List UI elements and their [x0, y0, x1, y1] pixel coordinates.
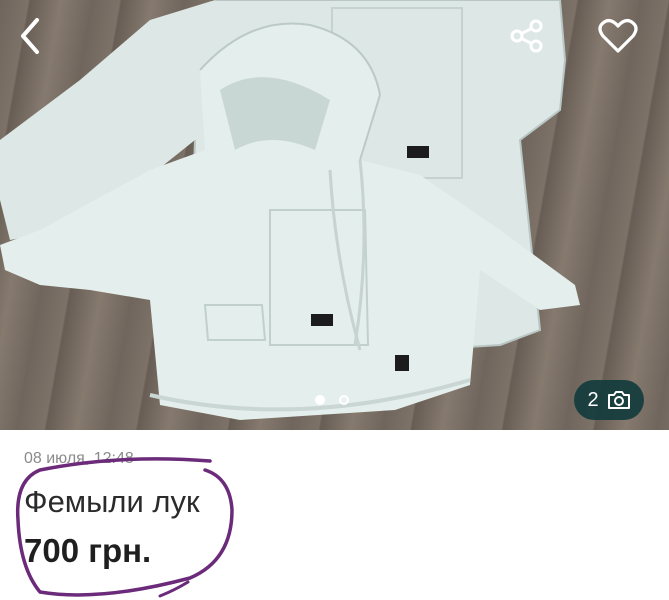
gallery-pagination: [315, 395, 349, 405]
camera-icon: [607, 391, 630, 409]
pagination-dot[interactable]: [339, 395, 349, 405]
heart-outline-icon: [598, 19, 638, 53]
listing-photo[interactable]: 2: [0, 0, 669, 430]
favorite-button[interactable]: [596, 14, 640, 58]
hoodies-image: [0, 0, 580, 420]
listing-price: 700 грн.: [24, 532, 152, 569]
listing-date: 08 июля, 12:48: [24, 450, 134, 467]
back-button[interactable]: [8, 14, 52, 58]
listing-info: 08 июля, 12:48 Фемыли лук 700 грн.: [0, 430, 669, 600]
listing-title: Фемыли лук: [24, 484, 200, 519]
photo-count-badge[interactable]: 2: [574, 380, 644, 420]
photo-count-value: 2: [587, 388, 599, 411]
share-icon: [510, 19, 543, 53]
chevron-left-icon: [21, 18, 39, 54]
pagination-dot-active[interactable]: [315, 395, 325, 405]
share-button[interactable]: [505, 14, 549, 58]
